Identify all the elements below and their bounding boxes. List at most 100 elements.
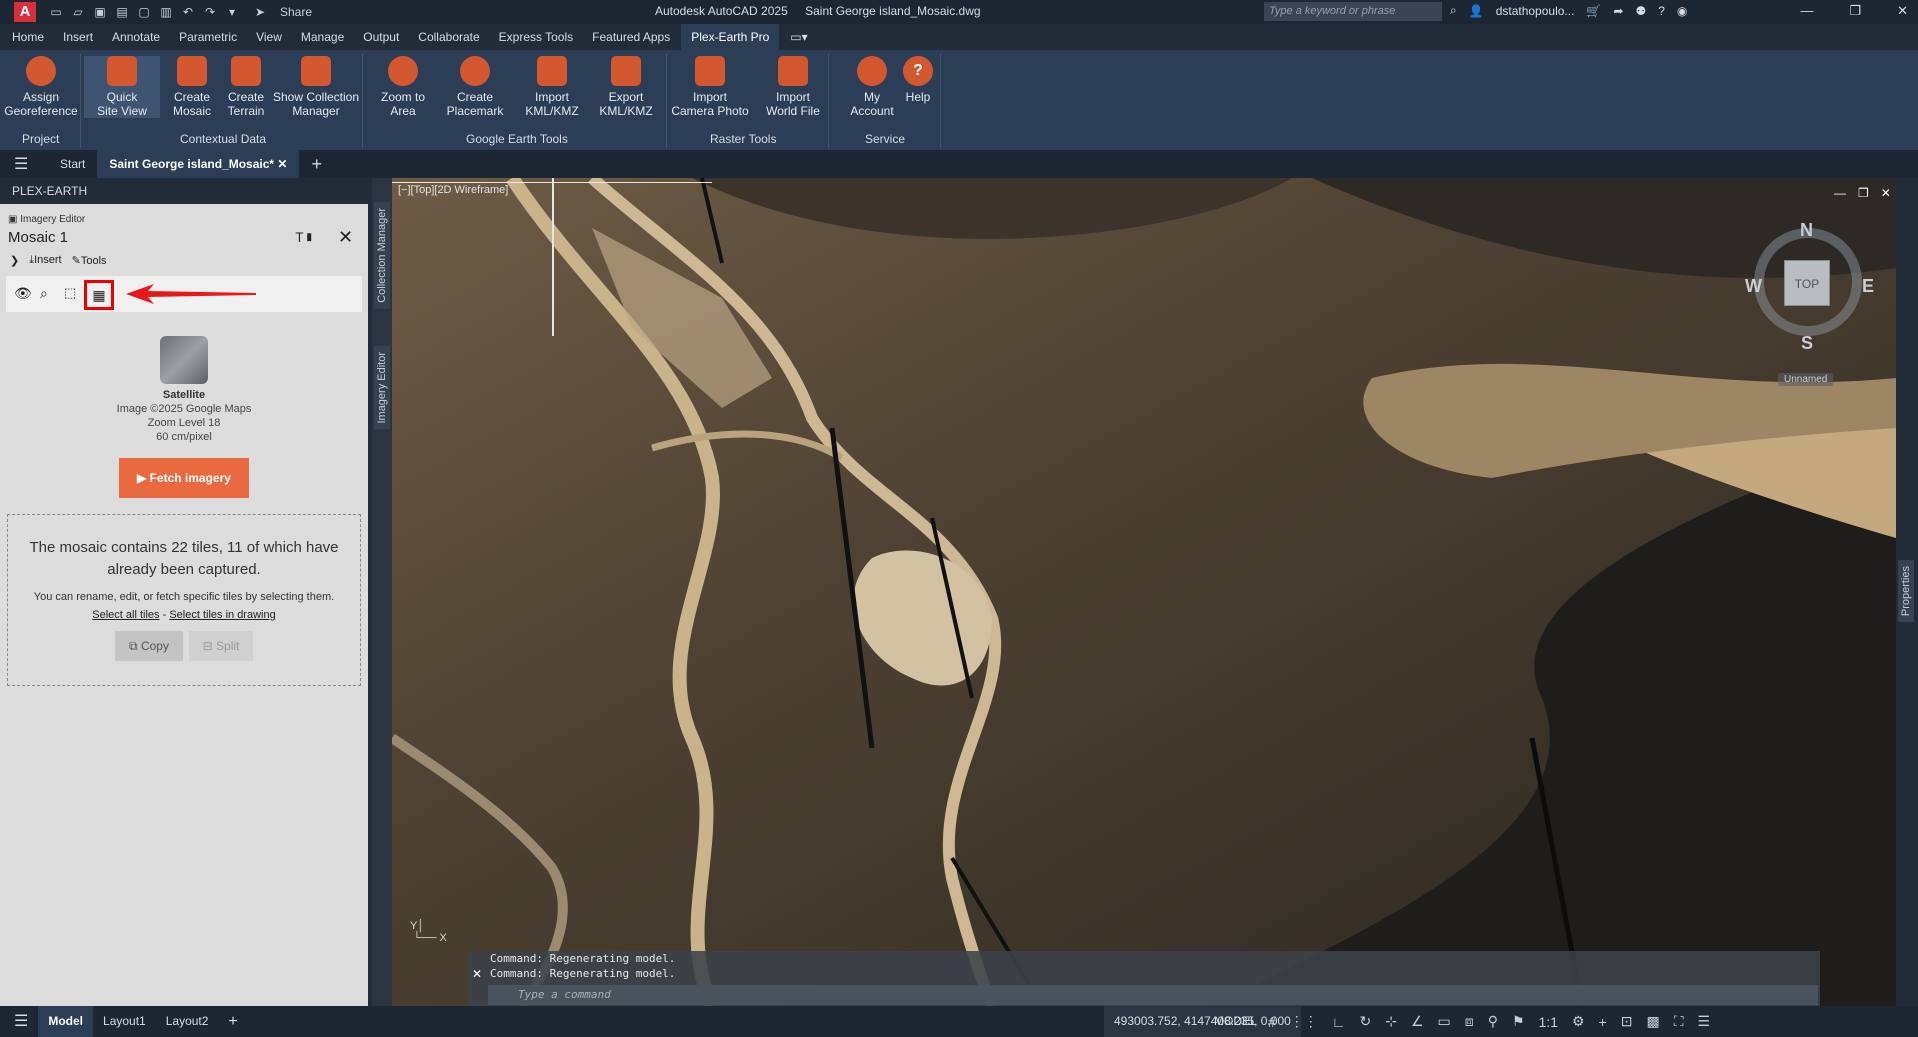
tab-current-drawing[interactable]: Saint George island_Mosaic* ✕ <box>97 150 300 178</box>
help-circle-icon[interactable]: ? <box>1658 4 1665 18</box>
viewcube-top[interactable]: TOP <box>1784 260 1830 306</box>
rename-delete-icons[interactable]: Ꭲ▮ <box>296 230 314 246</box>
snap-icon[interactable]: ⋮⋮ <box>1290 1013 1318 1030</box>
model-space-toggle[interactable]: MODEL <box>1214 1006 1257 1037</box>
ribbon-tab-output[interactable]: Output <box>363 24 399 50</box>
object-track-icon[interactable]: ∠ <box>1411 1013 1424 1030</box>
terrain-button[interactable]: Create Terrain <box>222 56 270 118</box>
insert-button[interactable]: ⤓Insert <box>29 254 61 267</box>
user-name[interactable]: dstathopoulo... <box>1496 4 1575 18</box>
ribbon-tab-annotate[interactable]: Annotate <box>112 24 160 50</box>
ribbon-tab-express-tools[interactable]: Express Tools <box>499 24 573 50</box>
minimize-icon[interactable]: — <box>1800 3 1813 19</box>
ribbon-tab-collaborate[interactable]: Collaborate <box>418 24 479 50</box>
ribbon-tab-plex-earth-pro[interactable]: Plex-Earth Pro <box>681 24 780 50</box>
share-button[interactable]: Share <box>280 5 312 19</box>
selection-cycling-icon[interactable]: ⧈ <box>1465 1013 1474 1030</box>
compass-south[interactable]: S <box>1801 333 1813 354</box>
viewport-label[interactable]: [−][Top][2D Wireframe] <box>398 184 508 196</box>
user-badge-icon[interactable]: ⚉ <box>1635 4 1646 18</box>
clean-screen-icon[interactable]: ⛶ <box>1674 1013 1684 1030</box>
lineweight-icon[interactable]: ▭ <box>1438 1013 1451 1030</box>
select-tiles-in-drawing-link[interactable]: Select tiles in drawing <box>169 609 275 621</box>
close-panel-icon[interactable]: ✕ <box>338 227 353 248</box>
web-mobile-icon[interactable]: ▢ <box>136 5 152 19</box>
viewport-minimize-icon[interactable]: — <box>1834 186 1846 200</box>
collection-button[interactable]: Show Collection Manager <box>272 56 360 118</box>
search-icon[interactable]: ⌕ <box>1450 3 1457 18</box>
user-icon[interactable]: 👤 <box>1469 4 1484 18</box>
drawing-viewport[interactable] <box>392 178 1896 1006</box>
isolate-icon[interactable]: ⊡ <box>1621 1013 1633 1030</box>
share-icon[interactable]: ➤ <box>252 5 268 19</box>
ribbon-tab-manage[interactable]: Manage <box>301 24 344 50</box>
new-tab-icon[interactable]: + <box>299 150 334 178</box>
ribbon-tab-insert[interactable]: Insert <box>63 24 93 50</box>
layout-menu-icon[interactable]: ☰ <box>4 1006 38 1037</box>
share-arrow-icon[interactable]: ➦ <box>1613 4 1623 18</box>
help-button[interactable]: ? Help <box>900 56 936 104</box>
tab-imagery-editor[interactable]: Imagery Editor <box>374 346 390 430</box>
tab-collection-manager[interactable]: Collection Manager <box>374 202 390 309</box>
osnap-icon[interactable]: ⊹ <box>1385 1013 1397 1030</box>
mosaic-name[interactable]: Mosaic 1 <box>8 229 68 246</box>
save-as-icon[interactable]: ▤ <box>114 5 130 19</box>
compass-north[interactable]: N <box>1800 220 1813 241</box>
world-file-button[interactable]: Import World File <box>760 56 826 118</box>
tab-properties[interactable]: Properties <box>1898 560 1914 623</box>
close-icon[interactable]: ✕ <box>1897 3 1908 19</box>
camera-button[interactable]: Import Camera Photo <box>668 56 752 118</box>
fetch-imagery-button[interactable]: ▶ Fetch imagery <box>119 458 249 498</box>
ribbon-tab-home[interactable]: Home <box>12 24 44 50</box>
ribbon-tab-view[interactable]: View <box>256 24 282 50</box>
select-all-tiles-link[interactable]: Select all tiles <box>92 609 159 621</box>
split-button[interactable]: ⊟ Split <box>189 631 253 661</box>
satellite-thumbnail[interactable] <box>160 336 208 384</box>
grid-icon[interactable]: # <box>1268 1014 1276 1030</box>
open-folder-icon[interactable]: ▱ <box>70 5 86 19</box>
undo-icon[interactable]: ↶ <box>180 5 196 19</box>
ribbon-tab-parametric[interactable]: Parametric <box>179 24 237 50</box>
layout-tab-layout1[interactable]: Layout1 <box>93 1006 156 1037</box>
tab-start[interactable]: Start <box>48 150 97 178</box>
cart-icon[interactable]: 🛒 <box>1586 4 1601 18</box>
close-tab-icon[interactable]: ✕ <box>277 157 287 171</box>
annotation-scale[interactable]: 1:1 <box>1539 1014 1558 1030</box>
add-layout-icon[interactable]: + <box>218 1006 247 1037</box>
autodesk-icon[interactable]: ◉ <box>1677 4 1687 18</box>
site-view-button[interactable]: Quick Site View <box>84 56 160 118</box>
plot-icon[interactable]: ▥ <box>158 5 174 19</box>
annotation-visibility-icon[interactable]: ⚑ <box>1512 1013 1525 1030</box>
restore-icon[interactable]: ❐ <box>1849 3 1861 19</box>
mosaic-button[interactable]: Create Mosaic <box>166 56 218 118</box>
autocad-logo[interactable]: A <box>14 2 36 22</box>
hardware-accel-icon[interactable]: ▩ <box>1646 1013 1659 1030</box>
search-input[interactable]: Type a keyword or phrase <box>1264 2 1442 21</box>
workspace-toggle-icon[interactable]: ▭▾ <box>790 24 807 50</box>
command-close-icon[interactable]: ✕ <box>472 967 482 981</box>
account-button[interactable]: My Account <box>846 56 898 118</box>
copy-button[interactable]: ⧉ Copy <box>115 631 183 661</box>
georeference-button[interactable]: Assign Georeference <box>2 56 80 118</box>
kml-import-button[interactable]: Import KML/KMZ <box>518 56 586 118</box>
workspace-gear-icon[interactable]: ⚙ <box>1572 1013 1585 1030</box>
compass-west[interactable]: W <box>1745 276 1762 297</box>
tile-grid-icon[interactable]: ▦ <box>84 280 114 310</box>
customize-icon[interactable]: ☰ <box>1698 1013 1711 1030</box>
expand-chevron-icon[interactable]: ❯ <box>10 254 19 267</box>
compass-east[interactable]: E <box>1862 276 1874 297</box>
dropdown-icon[interactable]: ▾ <box>224 5 240 19</box>
annotation-icon[interactable]: ⚲ <box>1488 1013 1498 1030</box>
ortho-icon[interactable]: ∟ <box>1332 1014 1346 1030</box>
redo-icon[interactable]: ↷ <box>202 5 218 19</box>
panel-raster-tools[interactable]: Raster Tools <box>710 132 776 146</box>
visibility-eye-icon[interactable]: 👁 <box>14 285 32 302</box>
new-file-icon[interactable]: ▭ <box>48 5 64 19</box>
ucs-menu[interactable]: Unnamed <box>1778 373 1834 386</box>
layout-tab-layout2[interactable]: Layout2 <box>156 1006 219 1037</box>
viewport-close-icon[interactable]: ✕ <box>1881 186 1891 200</box>
zoom-magnifier-icon[interactable]: ⌕ <box>40 285 48 302</box>
tools-button[interactable]: ✎Tools <box>72 254 107 267</box>
ribbon-tab-featured-apps[interactable]: Featured Apps <box>592 24 670 50</box>
zoom-area-button[interactable]: Zoom to Area <box>372 56 434 118</box>
